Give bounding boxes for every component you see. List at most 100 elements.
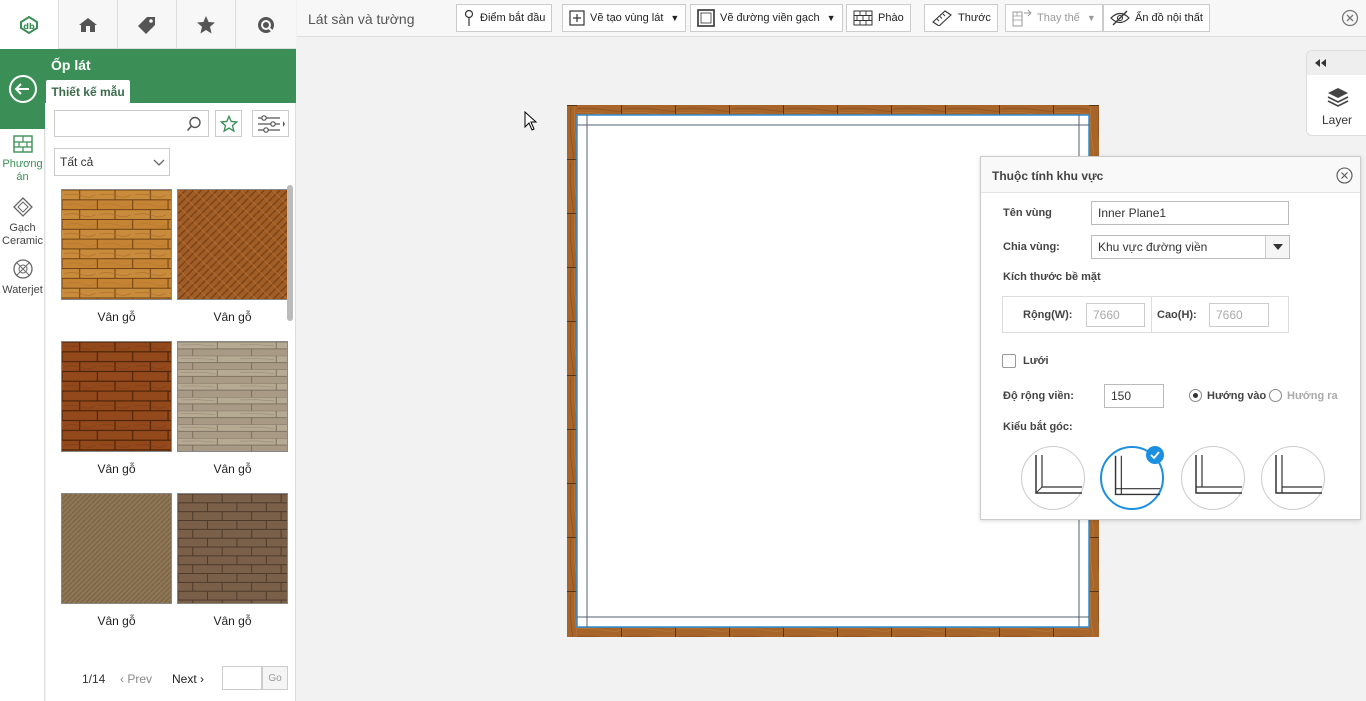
category-select-value: Tất cả [60,155,94,169]
rail-item-ceramic[interactable]: Gạch Ceramic [0,196,45,248]
tile-item[interactable]: Vân gỗ [177,189,288,324]
hide-furniture-button[interactable]: Ẩn đồ nội thất [1103,4,1210,32]
page-count: 1/14 [82,672,106,686]
corner-style-option-2[interactable] [1100,446,1164,510]
corner-miter-icon [1035,455,1082,494]
surface-size-box: Rộng(W): 7660 Cao(H): 7660 [1002,296,1289,333]
hide-furniture-label: Ẩn đồ nội thất [1135,12,1203,24]
page-number-input[interactable] [222,666,262,690]
category-select[interactable]: Tất cả [54,148,170,176]
start-point-label: Điểm bắt đầu [480,12,546,24]
corner-horizontal-icon [1275,455,1322,494]
top-nav: db [0,0,296,49]
search-icon[interactable] [186,116,202,132]
ceramic-tile-icon [12,197,33,217]
pin-icon [464,9,474,26]
tile-caption: Vân gỗ [97,310,136,324]
width-label: Rộng(W): [1023,309,1073,321]
tile-caption: Vân gỗ [97,614,136,628]
split-region-value: Khu vực đường viền [1098,240,1208,254]
close-icon[interactable] [1341,9,1359,27]
caret-down-icon [1272,244,1283,250]
split-region-select[interactable]: Khu vực đường viền [1091,235,1290,259]
grid-checkbox[interactable] [1002,354,1016,368]
favorites-filter-button[interactable] [215,110,242,137]
corner-style-option-4[interactable] [1261,446,1325,510]
next-page-button[interactable]: Next › [172,672,204,686]
rail-label: Phương [2,158,43,170]
split-region-label: Chia vùng: [1003,241,1060,253]
draw-area-button[interactable]: Vẽ tạo vùng lát ▼ [562,4,687,32]
height-label: Cao(H): [1157,309,1197,321]
draw-border-label: Vẽ đường viền gạch [720,12,820,24]
page-title: Lát sàn và tường [308,11,415,27]
chevron-down-icon [153,159,165,166]
selected-check-icon [1146,446,1164,464]
tab-tags[interactable] [118,0,177,49]
close-icon[interactable] [1336,167,1353,184]
region-name-input[interactable]: Inner Plane1 [1091,201,1289,225]
dialog-title: Thuộc tính khu vực [992,169,1104,183]
tile-item[interactable]: Vân gỗ [177,493,288,628]
rail-label: Ceramic [2,235,43,247]
corner-style-option-1[interactable] [1021,446,1085,510]
panel-title: Ốp lát [51,57,91,73]
tiles-scrollbar[interactable] [287,185,293,321]
tile-item[interactable]: Vân gỗ [61,493,172,628]
chat-icon [257,16,274,33]
direction-out-radio[interactable] [1269,389,1282,402]
star-icon [197,15,215,33]
star-outline-icon [219,114,238,132]
cursor-icon [524,111,538,131]
corner-style-option-3[interactable] [1181,446,1245,510]
ruler-button[interactable]: Thước [924,4,998,32]
tile-thumbnail [177,189,288,300]
pager: 1/14 ‹ Prev Next › Go [82,666,292,690]
rail-item-plan[interactable]: Phương án [0,134,45,184]
corner-style-label: Kiểu bắt góc: [1003,421,1073,433]
divider [1151,297,1152,332]
back-button[interactable] [0,49,45,129]
tab-house[interactable] [59,0,118,49]
molding-icon [853,10,873,26]
direction-in-radio[interactable] [1189,389,1202,402]
arrow-left-icon [8,75,37,103]
width-input[interactable]: 7660 [1086,303,1145,327]
border-width-input[interactable]: 150 [1104,384,1164,408]
area-properties-dialog: Thuộc tính khu vực Tên vùng Inner Plane1… [980,156,1361,520]
tab-brand[interactable]: db [0,0,59,49]
layer-label: Layer [1321,113,1353,127]
replace-button[interactable]: Thay thế ▼ [1005,4,1103,32]
tile-item[interactable]: Vân gỗ [61,341,172,476]
tile-caption: Vân gỗ [213,462,252,476]
hide-furniture-icon [1110,10,1130,26]
caret-down-icon: ▼ [1086,13,1096,23]
caret-down-icon: ▼ [670,13,680,23]
tab-sample-designs[interactable]: Thiết kế mẫu [46,80,130,103]
surface-size-label: Kích thước bề mặt [1003,271,1101,283]
tile-item[interactable]: Vân gỗ [177,341,288,476]
tab-support[interactable] [236,0,295,49]
start-point-button[interactable]: Điểm bắt đầu [456,4,553,32]
toolbar: Lát sàn và tường Điểm bắt đầu Vẽ tạo vùn… [297,0,1366,37]
search-input[interactable] [55,111,175,136]
molding-button[interactable]: Phào [846,4,911,32]
draw-area-label: Vẽ tạo vùng lát [590,12,664,24]
draw-border-button[interactable]: Vẽ đường viền gạch ▼ [690,4,843,32]
sliders-icon [257,114,285,133]
height-input[interactable]: 7660 [1209,303,1269,327]
prev-page-button[interactable]: ‹ Prev [120,672,152,686]
filter-settings-button[interactable] [252,110,289,137]
tile-caption: Vân gỗ [213,310,252,324]
border-icon [697,9,715,27]
tile-item[interactable]: Vân gỗ [61,189,172,324]
layer-button[interactable]: Layer [1306,50,1366,136]
collapse-button[interactable] [1307,51,1366,75]
rail-item-waterjet[interactable]: Waterjet [0,258,45,297]
molding-label: Phào [878,12,904,24]
dropdown-arrow [1265,236,1289,258]
tab-favorites[interactable] [177,0,236,49]
double-chevron-left-icon [1315,59,1326,67]
replace-icon [1012,9,1032,27]
go-button[interactable]: Go [262,666,288,690]
